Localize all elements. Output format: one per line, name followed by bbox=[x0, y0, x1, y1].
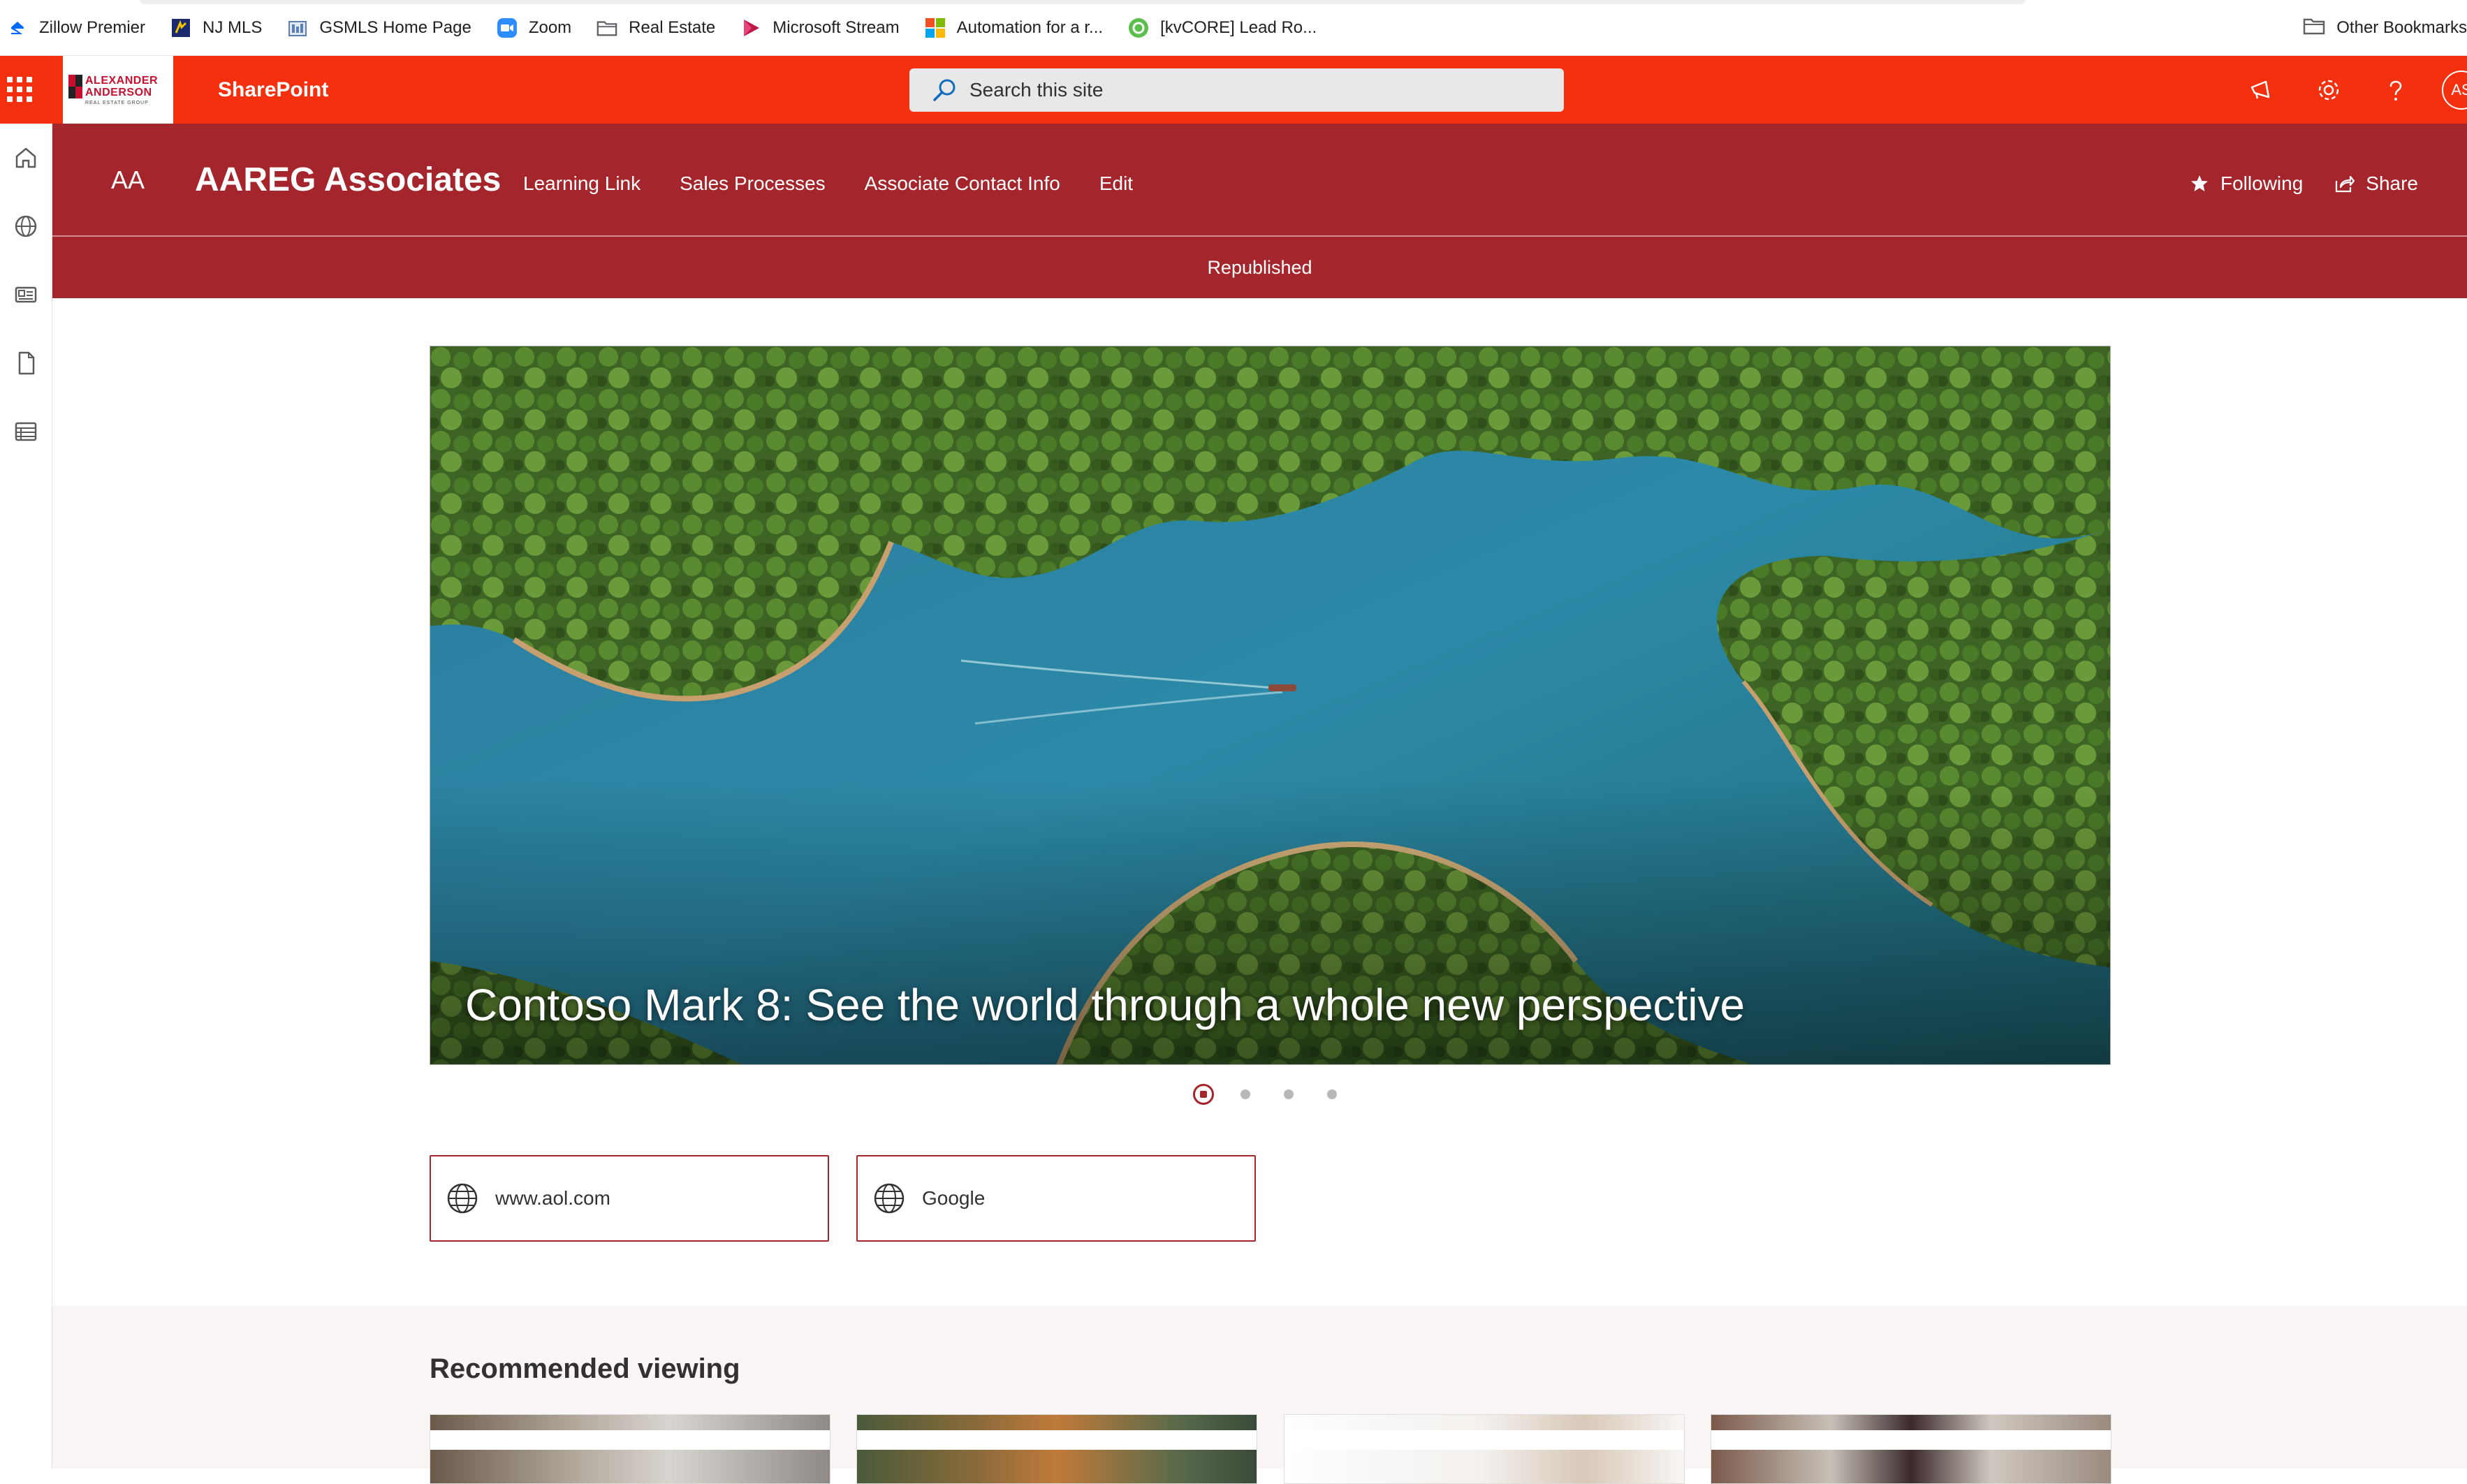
user-avatar[interactable]: AS bbox=[2442, 70, 2467, 110]
bookmark-gsmls[interactable]: GSMLS Home Page bbox=[287, 7, 471, 49]
hero-title[interactable]: Contoso Mark 8: See the world through a … bbox=[465, 979, 1745, 1031]
carousel-pager bbox=[1193, 1084, 1370, 1105]
bookmark-microsoft-stream[interactable]: Microsoft Stream bbox=[740, 7, 900, 49]
microsoft-icon bbox=[925, 17, 946, 38]
site-logo[interactable]: AA bbox=[111, 166, 145, 195]
kvcore-icon bbox=[1128, 17, 1149, 38]
globe-icon bbox=[874, 1183, 905, 1214]
bookmark-zoom[interactable]: Zoom bbox=[497, 7, 571, 49]
globe-icon[interactable] bbox=[7, 207, 45, 245]
bookmark-automation[interactable]: Automation for a r... bbox=[925, 7, 1103, 49]
folder-icon bbox=[596, 17, 617, 38]
recommended-section: Recommended viewing bbox=[52, 1306, 2467, 1484]
search-input[interactable] bbox=[969, 79, 1528, 101]
app-name-sharepoint[interactable]: SharePoint bbox=[218, 78, 328, 102]
gsmls-icon bbox=[287, 17, 308, 38]
search-box[interactable] bbox=[909, 68, 1564, 112]
bookmark-zillow[interactable]: Zillow Premier bbox=[7, 7, 145, 49]
file-icon[interactable] bbox=[7, 344, 45, 382]
suite-bar: ALEXANDER ANDERSON REAL ESTATE GROUP Sha… bbox=[0, 56, 2467, 124]
njmls-icon bbox=[170, 17, 191, 38]
app-bar bbox=[0, 124, 52, 1469]
home-icon[interactable] bbox=[7, 139, 45, 177]
bookmark-kvcore[interactable]: [kvCORE] Lead Ro... bbox=[1128, 7, 1317, 49]
globe-icon bbox=[447, 1183, 478, 1214]
video-card-4[interactable] bbox=[1711, 1414, 2111, 1484]
suite-actions: AS bbox=[2216, 56, 2467, 124]
share-icon bbox=[2336, 175, 2355, 193]
hero-carousel[interactable]: Contoso Mark 8: See the world through a … bbox=[430, 346, 2111, 1065]
section-title: Recommended viewing bbox=[430, 1353, 740, 1384]
nav-edit[interactable]: Edit bbox=[1099, 172, 1133, 195]
help-icon[interactable] bbox=[2375, 69, 2417, 111]
header-actions: Following Share bbox=[2159, 172, 2418, 195]
megaphone-icon[interactable] bbox=[2241, 69, 2283, 111]
status-text: Republished bbox=[1207, 256, 1312, 278]
share-button[interactable]: Share bbox=[2334, 172, 2418, 195]
logo-mark-icon bbox=[68, 74, 82, 98]
stream-icon bbox=[740, 17, 761, 38]
bookmarks-bar: Zillow Premier NJ MLS GSMLS Home Page Zo… bbox=[0, 0, 2467, 56]
news-icon[interactable] bbox=[7, 276, 45, 314]
bookmark-real-estate[interactable]: Real Estate bbox=[596, 7, 715, 49]
hero-image bbox=[430, 346, 2110, 1064]
page-status-bar: Republished bbox=[52, 235, 2467, 298]
carousel-dot-2[interactable] bbox=[1240, 1089, 1250, 1099]
site-header: AA AAREG Associates Learning Link Sales … bbox=[52, 124, 2467, 235]
carousel-dot-4[interactable] bbox=[1327, 1089, 1337, 1099]
search-icon bbox=[933, 79, 956, 101]
star-icon bbox=[2191, 175, 2208, 191]
organization-logo[interactable]: ALEXANDER ANDERSON REAL ESTATE GROUP bbox=[63, 56, 173, 124]
video-card-3[interactable] bbox=[1284, 1414, 1685, 1484]
quick-link-aol[interactable]: www.aol.com bbox=[430, 1155, 829, 1242]
bookmark-njmls[interactable]: NJ MLS bbox=[170, 7, 262, 49]
gear-icon[interactable] bbox=[2308, 69, 2350, 111]
zillow-icon bbox=[7, 17, 28, 38]
nav-associate-contact-info[interactable]: Associate Contact Info bbox=[865, 172, 1060, 195]
list-icon[interactable] bbox=[7, 413, 45, 450]
nav-sales-processes[interactable]: Sales Processes bbox=[680, 172, 826, 195]
carousel-dot-1[interactable] bbox=[1193, 1084, 1214, 1105]
following-button[interactable]: Following bbox=[2190, 172, 2303, 195]
video-card-1[interactable] bbox=[430, 1414, 830, 1484]
tab-strip-edge bbox=[140, 0, 2026, 4]
site-navigation: Learning Link Sales Processes Associate … bbox=[523, 172, 1172, 195]
video-card-2[interactable] bbox=[856, 1414, 1257, 1484]
site-title[interactable]: AAREG Associates bbox=[195, 161, 501, 199]
zoom-icon bbox=[497, 17, 518, 38]
nav-learning-link[interactable]: Learning Link bbox=[523, 172, 640, 195]
bookmark-other[interactable]: Other Bookmarks bbox=[2303, 7, 2467, 49]
quick-link-google[interactable]: Google bbox=[856, 1155, 1256, 1242]
carousel-dot-3[interactable] bbox=[1284, 1089, 1294, 1099]
folder-icon bbox=[2303, 16, 2325, 41]
app-launcher-icon[interactable] bbox=[6, 75, 34, 103]
